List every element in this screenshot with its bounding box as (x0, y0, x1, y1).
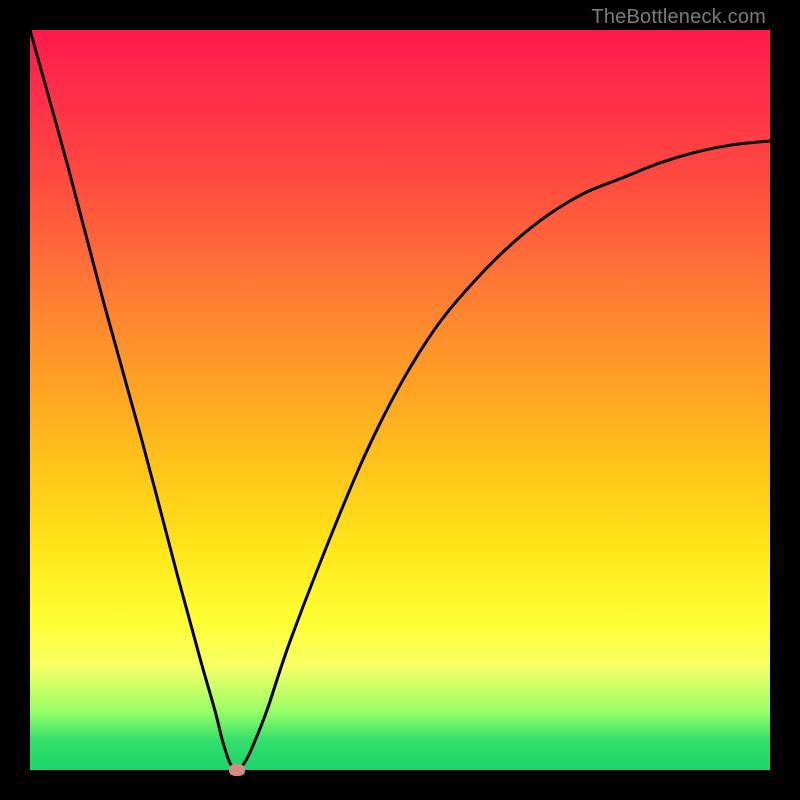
optimal-point-marker (229, 764, 245, 776)
bottleneck-curve (30, 30, 770, 770)
curve-svg (30, 30, 770, 770)
watermark-text: TheBottleneck.com (591, 6, 766, 29)
